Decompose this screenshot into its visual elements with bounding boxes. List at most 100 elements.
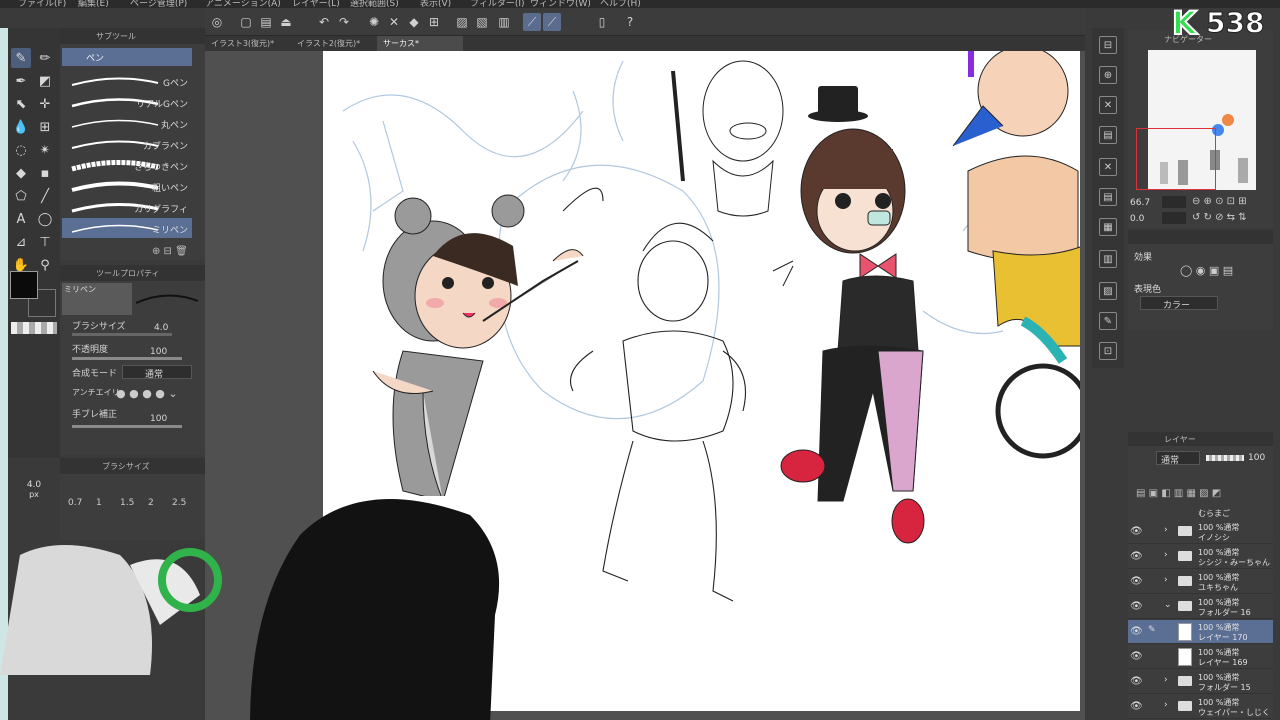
layer-property-icon[interactable]: ▤ [1099, 126, 1117, 144]
magic-wand-icon[interactable]: ✴ [35, 140, 55, 160]
help-icon[interactable]: ? [621, 13, 639, 31]
pen-tool-icon[interactable]: ✎ [11, 48, 31, 68]
menu-file[interactable]: ファイル(F) [18, 0, 66, 8]
stabilize-slider[interactable] [72, 425, 182, 428]
gradient-tool-icon[interactable]: ▪ [35, 163, 55, 183]
device-icon[interactable]: ▯ [593, 13, 611, 31]
layer-opacity-value[interactable]: 100 [1248, 453, 1265, 463]
balloon-tool-icon[interactable]: ◯ [35, 209, 55, 229]
tab-illust2[interactable]: イラスト2(復元)* [291, 36, 375, 51]
info-icon[interactable]: ⊡ [1099, 342, 1117, 360]
brush-tool-icon[interactable]: ✒ [11, 71, 31, 91]
layer-row-selected[interactable]: 👁 ✎ 100 %通常 レイヤー 170 [1128, 620, 1273, 644]
layer-opacity-bar[interactable] [1206, 455, 1244, 461]
chevron-right-icon[interactable]: › [1164, 525, 1168, 535]
cloud-icon[interactable]: ◎ [208, 13, 226, 31]
rotation-value[interactable]: 0.0 [1130, 214, 1144, 224]
menu-page[interactable]: ページ管理(P) [130, 0, 187, 8]
redo-icon[interactable]: ↷ [335, 13, 353, 31]
lasso-tool-icon[interactable]: ◌ [11, 140, 31, 160]
brush-item[interactable]: カリグラフィ [62, 197, 192, 217]
zoom-slider[interactable] [1162, 196, 1186, 208]
history-icon[interactable]: ▦ [1099, 218, 1117, 236]
fill-tool-icon[interactable]: ◆ [11, 163, 31, 183]
expression-color-select[interactable]: カラー [1140, 296, 1218, 311]
brush-item-selected[interactable]: ミリペン [62, 218, 192, 238]
main-color-front[interactable] [10, 271, 38, 299]
eye-icon[interactable]: 👁 [1130, 576, 1143, 587]
save-icon[interactable]: ⏏ [277, 13, 295, 31]
eyedropper-icon[interactable]: ⚲ [35, 255, 55, 275]
menu-layer[interactable]: レイヤー(L) [292, 0, 340, 8]
brush-item[interactable]: 丸ペン [62, 113, 192, 133]
stabilize-value[interactable]: 100 [150, 414, 167, 424]
crop-icon[interactable]: ▥ [495, 13, 513, 31]
navigator-icon[interactable]: ⊟ [1099, 36, 1117, 54]
deselect-icon[interactable]: ▨ [453, 13, 471, 31]
layer-row[interactable]: 👁 › 100 %通常 ユキちゃん [1128, 570, 1273, 594]
layer-row[interactable]: 👁 › 100 %通常 イノシシ [1128, 520, 1273, 544]
brush-size-value[interactable]: 4.0 [154, 323, 168, 333]
figure-tool-icon[interactable]: ⬠ [11, 186, 31, 206]
zoom-icon[interactable]: ⊕ [1099, 66, 1117, 84]
eraser-tool-icon[interactable]: ◩ [35, 71, 55, 91]
subtool-actions[interactable]: ⊕ ⊟ 🗑 [152, 246, 188, 257]
transparent-color-swatch[interactable] [11, 322, 57, 334]
subtool-group-tab[interactable]: ペン [62, 48, 192, 66]
operation-tool-icon[interactable]: ⬉ [11, 94, 31, 114]
frame-tool-icon[interactable]: ⊿ [11, 232, 31, 252]
eye-icon[interactable]: 👁 [1130, 626, 1143, 637]
blend-tool-icon[interactable]: 💧 [11, 117, 31, 137]
brush-item[interactable]: リアルGペン [62, 92, 192, 112]
eye-icon[interactable]: 👁 [1130, 551, 1143, 562]
menu-view[interactable]: 表示(V) [420, 0, 451, 8]
menu-help[interactable]: ヘルプ(H) [600, 0, 641, 8]
open-folder-icon[interactable]: ▤ [257, 13, 275, 31]
fill-icon[interactable]: ◆ [405, 13, 423, 31]
line-tool-icon[interactable]: ╱ [35, 186, 55, 206]
layer-tool-row[interactable]: ▤ ▣ ◧ ▥ ▦ ▨ ◩ [1136, 488, 1221, 499]
new-file-icon[interactable]: ▢ [237, 13, 255, 31]
antialias-options[interactable]: ● ● ● ● ⌄ [116, 387, 178, 400]
menu-edit[interactable]: 編集(E) [78, 0, 109, 8]
snap-special-ruler-icon[interactable]: ⟋ [543, 13, 561, 31]
menu-select[interactable]: 選択範囲(S) [350, 0, 399, 8]
layer-row[interactable]: 👁 100 %通常 レイヤー 169 [1128, 645, 1273, 669]
layer-row[interactable]: 👁 › 100 %通常 フォルダー 15 [1128, 670, 1273, 694]
layer-row[interactable]: 👁 › 100 %通常 ウェイパー・しじく [1128, 695, 1273, 719]
tab-illust3[interactable]: イラスト3(復元)* [205, 36, 289, 51]
effects-tabs[interactable] [1128, 230, 1273, 244]
brush-item[interactable]: Gペン [62, 71, 192, 91]
opacity-value[interactable]: 100 [150, 347, 167, 357]
opacity-slider[interactable] [72, 357, 182, 360]
transform-icon[interactable]: ⊞ [425, 13, 443, 31]
brush-size-slider[interactable] [72, 333, 172, 336]
zoom-controls[interactable]: ⊖ ⊕ ⊙ ⊡ ⊞ [1192, 196, 1247, 207]
chevron-down-icon[interactable]: ⌄ [1164, 600, 1172, 610]
delete-icon[interactable]: ✕ [1099, 158, 1117, 176]
brush-item[interactable]: さらつきペン [62, 155, 192, 175]
snap-ruler-icon[interactable]: ⟋ [523, 13, 541, 31]
move-tool-icon[interactable]: ✛ [35, 94, 55, 114]
eye-icon[interactable]: 👁 [1130, 526, 1143, 537]
layer-blend-select[interactable]: 通常 [1156, 451, 1200, 466]
animation-icon[interactable]: ▥ [1099, 250, 1117, 268]
chevron-right-icon[interactable]: › [1164, 575, 1168, 585]
blend-mode-select[interactable]: 通常 [122, 365, 192, 380]
clear-icon[interactable]: ✕ [385, 13, 403, 31]
layer-row[interactable]: 👁 ⌄ 100 %通常 フォルダー 16 [1128, 595, 1273, 619]
menu-animation[interactable]: アニメーション(A) [205, 0, 281, 8]
undo-icon[interactable]: ↶ [315, 13, 333, 31]
menu-filter[interactable]: フィルター(I) [470, 0, 525, 8]
item-bank-icon[interactable]: ✎ [1099, 312, 1117, 330]
brush-item[interactable]: 粗いペン [62, 176, 192, 196]
tab-circus[interactable]: サーカス* [377, 36, 463, 51]
layer-row[interactable]: 👁 › 100 %通常 シシジ・みーちゃん [1128, 545, 1273, 569]
chevron-right-icon[interactable]: › [1164, 675, 1168, 685]
chevron-right-icon[interactable]: › [1164, 550, 1168, 560]
invert-selection-icon[interactable]: ▧ [473, 13, 491, 31]
zoom-value[interactable]: 66.7 [1130, 198, 1150, 208]
layer-search-icon[interactable]: ▤ [1099, 188, 1117, 206]
loading-icon[interactable]: ✺ [365, 13, 383, 31]
menu-window[interactable]: ウィンドウ(W) [530, 0, 591, 8]
